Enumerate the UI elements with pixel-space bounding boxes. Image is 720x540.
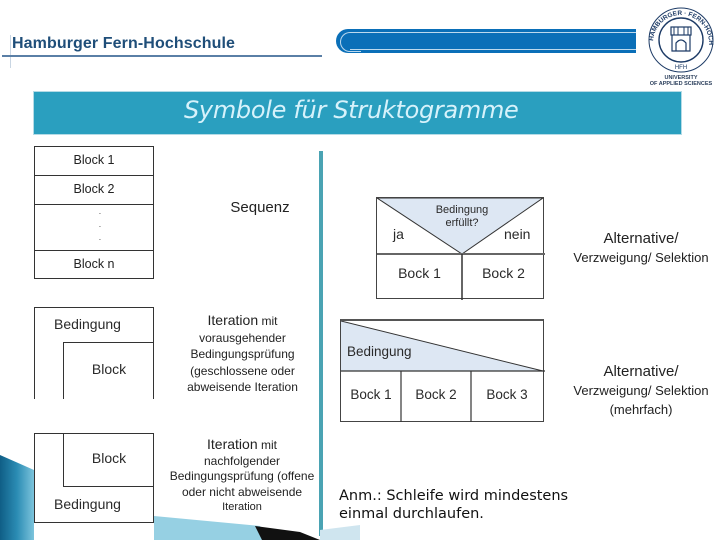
loop-note-line1: Anm.: Schleife wird mindestens bbox=[339, 488, 569, 504]
loop-note: Anm.: Schleife wird mindestens einmal du… bbox=[339, 487, 568, 523]
logo-abbr: HFH bbox=[675, 65, 687, 71]
iteration-post-label-main: Iteration bbox=[207, 436, 258, 452]
header-bar-decoration bbox=[336, 29, 636, 53]
multi-alternative-label: Alternative/ Verzweigung/ Selektion (meh… bbox=[562, 362, 720, 419]
iteration-post-label-line: nachfolgender bbox=[203, 453, 281, 468]
column-divider bbox=[319, 151, 323, 536]
iteration-post-label-line: Iteration bbox=[222, 501, 262, 513]
alternative-condition-line1: Bedingung bbox=[435, 204, 489, 216]
iteration-post-label-line: oder nicht abweisende bbox=[181, 484, 303, 499]
alternative-condition: Bedingung erfüllt? bbox=[417, 204, 507, 230]
title-banner: Symbole für Struktogramme bbox=[33, 91, 682, 135]
iteration-pre-label-main: Iteration bbox=[207, 312, 259, 328]
iteration-post-body: Block bbox=[63, 433, 154, 487]
sequence-block-1: Block 1 bbox=[35, 147, 153, 176]
iteration-pre-label: Iteration mit vorausgehender Bedingungsp… bbox=[175, 312, 310, 396]
header-tick-decoration bbox=[10, 35, 11, 68]
loop-note-line2: einmal durchlaufen. bbox=[339, 506, 484, 522]
iteration-post-condition: Bedingung bbox=[54, 496, 121, 512]
iteration-pre-label-line: abweisende Iteration bbox=[187, 380, 298, 394]
multi-alternative-diagram: Bedingung Bock 1 Bock 2 Bock 3 bbox=[340, 319, 545, 422]
sequence-block-n: Block n bbox=[73, 257, 115, 271]
multi-alternative-label-line1: Alternative/ bbox=[603, 363, 679, 380]
multi-alternative-condition: Bedingung bbox=[347, 344, 412, 359]
multi-alternative-label-line2: Verzweigung/ Selektion bbox=[573, 383, 709, 398]
sequence-ellipsis-row: · · · bbox=[35, 205, 153, 251]
iteration-pre-label-line: vorausgehender bbox=[199, 330, 286, 345]
iteration-post-block: Block bbox=[91, 450, 127, 466]
sequence-block-2: Block 2 bbox=[35, 176, 153, 205]
iteration-post-label-line: mit bbox=[260, 438, 277, 452]
logo-subtitle-line2: OF APPLIED SCIENCES bbox=[649, 81, 713, 87]
iteration-pre-label-line: (geschlossene oder bbox=[190, 363, 295, 378]
alternative-diagram: Bedingung erfüllt? ja nein Bock 1 Bock 2 bbox=[376, 197, 545, 300]
iteration-pre-check-diagram: Bedingung Block bbox=[34, 307, 154, 399]
alternative-condition-line2: erfüllt? bbox=[445, 217, 479, 229]
iteration-post-label-line: Bedingungsprüfung (offene bbox=[169, 469, 315, 483]
multi-alternative-block-3: Bock 3 bbox=[486, 387, 528, 402]
iteration-pre-block: Block bbox=[91, 361, 127, 377]
iteration-pre-condition: Bedingung bbox=[54, 316, 121, 332]
university-logo: HAMBURGER · FERN-HOCHSCHULE HFH UNIVERSI… bbox=[641, 0, 719, 91]
slide-title: Symbole für Struktogramme bbox=[184, 96, 519, 124]
brand-underline bbox=[2, 55, 322, 57]
alternative-no-label: nein bbox=[504, 226, 531, 242]
multi-alternative-block-2: Bock 2 bbox=[415, 387, 457, 402]
alternative-label-line1: Alternative/ bbox=[603, 230, 679, 247]
sequence-diagram: Block 1 Block 2 · · · Block n bbox=[34, 146, 154, 279]
iteration-post-check-diagram: Block Bedingung bbox=[34, 433, 154, 523]
multi-alternative-label-line3: (mehrfach) bbox=[609, 402, 673, 417]
hfh-seal-icon: HAMBURGER · FERN-HOCHSCHULE HFH bbox=[641, 0, 714, 73]
alternative-block-2: Bock 2 bbox=[482, 265, 525, 281]
iteration-pre-body: Block bbox=[63, 342, 154, 399]
ellipsis-dots: · · · bbox=[98, 209, 102, 244]
iteration-post-label: Iteration mit nachfolgender Bedingungspr… bbox=[163, 436, 321, 516]
alternative-label: Alternative/ Verzweigung/ Selektion bbox=[562, 229, 720, 267]
alternative-yes-label: ja bbox=[393, 226, 404, 242]
alternative-block-1: Bock 1 bbox=[398, 265, 441, 281]
multi-alternative-block-1: Bock 1 bbox=[350, 387, 392, 402]
sequence-label: Sequenz bbox=[230, 199, 290, 216]
brand-name: Hamburger Fern-Hochschule bbox=[12, 35, 235, 52]
multi-alternative-triangle bbox=[341, 321, 545, 422]
iteration-pre-label-line: mit bbox=[261, 314, 278, 328]
logo-subtitle: UNIVERSITY OF APPLIED SCIENCES bbox=[643, 75, 719, 87]
iteration-pre-label-line: Bedingungsprüfung bbox=[190, 347, 295, 361]
alternative-label-line2: Verzweigung/ Selektion bbox=[573, 250, 709, 265]
